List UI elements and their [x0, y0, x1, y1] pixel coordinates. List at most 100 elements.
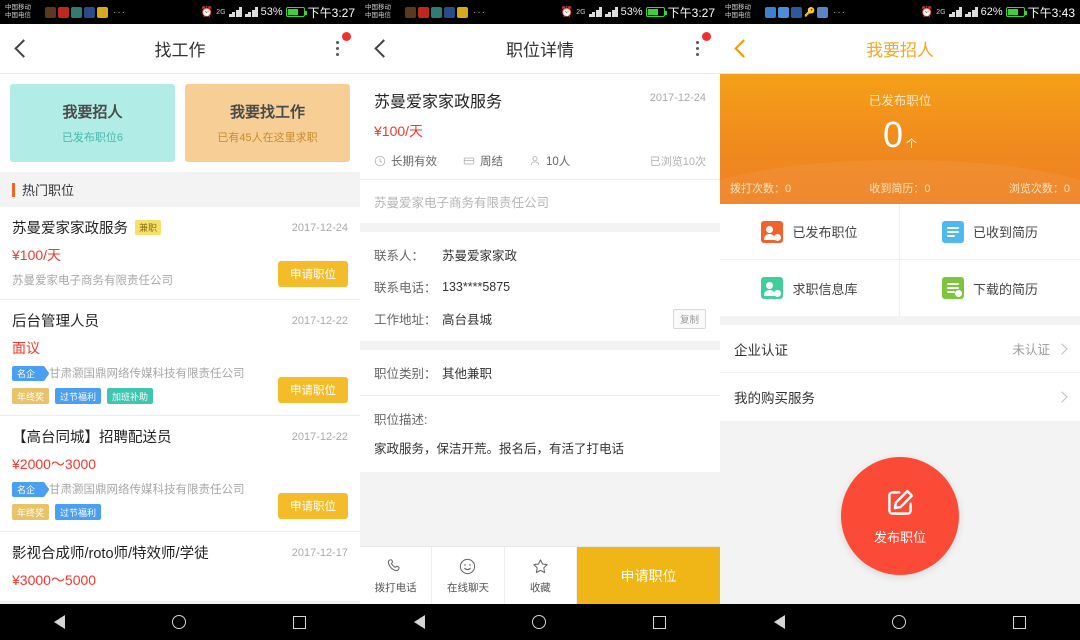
benefit-chip: 年终奖 [12, 388, 50, 404]
promo-card-recruit[interactable]: 我要招人 已发布职位6 [10, 84, 175, 162]
android-back-icon[interactable] [53, 615, 65, 629]
grid-item-received-resumes[interactable]: 已收到简历 [900, 204, 1080, 260]
back-button[interactable] [360, 24, 406, 74]
signal-icon [948, 7, 962, 17]
android-recents-icon[interactable] [1013, 615, 1027, 629]
chevron-right-icon [1056, 391, 1068, 403]
apply-button[interactable]: 申请职位 [278, 493, 348, 519]
back-button[interactable] [720, 24, 766, 74]
contact-block: 联系人： 苏曼爱家家政 联系电话： 133****5875 工作地址： 高台县城… [360, 232, 720, 341]
alarm-icon: ⏰ [200, 6, 214, 18]
promo-subtitle: 已发布职位6 [61, 132, 124, 144]
job-detail-header: 苏曼爱家家政服务 2017-12-24 ¥100/天 长期有效 周结 10人 已… [360, 74, 720, 179]
benefit-chip: 加班补助 [107, 388, 154, 404]
app-icon [457, 6, 468, 18]
back-button[interactable] [0, 24, 46, 74]
recruiter-menu-grid: 已发布职位 已收到简历 求职信息库 下载的简历 [720, 204, 1080, 316]
app-icon [765, 6, 776, 18]
headcount-label: 10人 [546, 156, 571, 168]
contact-phone-value: 133****5875 [442, 279, 511, 294]
favorite-action[interactable]: 收藏 [505, 547, 577, 604]
android-navigation-bar [720, 604, 1080, 640]
job-date: 2017-12-22 [291, 430, 348, 443]
job-date: 2017-12-17 [291, 546, 348, 559]
more-menu-button[interactable] [674, 24, 720, 74]
promo-card-findjob[interactable]: 我要找工作 已有45人在这里求职 [185, 84, 350, 162]
signal-icon-2 [244, 7, 258, 17]
android-home-icon[interactable] [171, 615, 186, 629]
apply-button[interactable]: 申请职位 [278, 261, 348, 287]
job-description-value: 家政服务，保洁开荒。报名后，有活了打电话 [374, 442, 625, 456]
section-divider [360, 223, 720, 232]
description-block: 职位描述: 家政服务，保洁开荒。报名后，有活了打电话 [360, 396, 720, 472]
list-item-purchased-services[interactable]: 我的购买服务 [720, 373, 1080, 421]
apply-button[interactable]: 申请职位 [278, 377, 348, 403]
list-item-label: 我的购买服务 [734, 391, 815, 406]
grid-item-label: 下载的简历 [972, 281, 1038, 297]
app-icon [84, 6, 95, 18]
app-icon [45, 6, 56, 18]
benefit-chip: 过节福利 [55, 504, 102, 520]
section-header-hot-jobs: 热门职位 [0, 172, 360, 207]
person-icon [530, 156, 540, 166]
android-recents-icon[interactable] [293, 615, 307, 629]
panel-job-search: 中国移动 中国电信 ··· ⏰ 2G 53% 下午3:27 找工作 我要招人 已… [0, 0, 360, 640]
call-action[interactable]: 拨打电话 [360, 547, 433, 604]
job-title: 后台管理人员 [12, 314, 99, 330]
signal-icon [588, 7, 602, 17]
job-list-item[interactable]: 苏曼爱家家政服务 兼职 2017-12-24 ¥100/天 苏曼爱家电子商务有限… [0, 207, 360, 300]
job-salary: ¥3000～5000 [12, 572, 97, 588]
job-meta-row: 长期有效 周结 10人 已浏览10次 [374, 153, 706, 169]
android-navigation-bar [0, 604, 360, 640]
grid-item-downloaded-resumes[interactable]: 下载的简历 [900, 260, 1080, 316]
android-back-icon[interactable] [413, 615, 425, 629]
android-home-icon[interactable] [531, 615, 546, 629]
contact-person-label: 联系人： [374, 249, 425, 263]
grid-item-label: 已发布职位 [792, 225, 858, 240]
android-navigation-bar [360, 604, 720, 640]
promo-cards: 我要招人 已发布职位6 我要找工作 已有45人在这里求职 [0, 74, 360, 172]
status-bar: 中国移动 中国电信 ··· ⏰ 2G 53% 下午3:27 [0, 0, 360, 24]
pay-cycle-item: 周结 [463, 153, 503, 169]
company-name: 苏曼爱家电子商务有限责任公司 [360, 179, 720, 223]
clock-icon [374, 155, 386, 167]
publish-job-fab[interactable]: 发布职位 [841, 456, 959, 575]
alarm-icon: ⏰ [560, 6, 574, 18]
headcount-item: 10人 [529, 153, 570, 169]
grid-item-published-jobs[interactable]: 已发布职位 [720, 204, 900, 260]
status-bar: 中国移动 中国电信 🔑 ··· ⏰ 2G 62% 下午3:43 [720, 0, 1080, 24]
view-count-label: 已浏览10次 [649, 156, 706, 168]
battery-percent: 62% [980, 6, 1003, 18]
benefit-chip: 过节福利 [55, 388, 102, 404]
chevron-left-icon [13, 39, 33, 58]
battery-icon [645, 7, 667, 17]
chevron-right-icon [1056, 342, 1068, 355]
fab-area: 发布职位 [720, 421, 1080, 604]
stat-calls: 拨打次数：0 [730, 183, 792, 195]
job-date: 2017-12-24 [291, 221, 348, 234]
job-list-item[interactable]: 【高台同城】招聘配送员 2017-12-22 ¥2000～3000 名企 甘肃灏… [0, 416, 360, 532]
publish-job-label: 发布职位 [873, 529, 926, 545]
android-back-icon[interactable] [773, 615, 785, 629]
copy-button[interactable]: 复制 [672, 308, 706, 329]
job-description-label: 职位描述: [374, 413, 428, 427]
grid-item-jobseeker-database[interactable]: 求职信息库 [720, 260, 900, 316]
job-list-item[interactable]: 后台管理人员 2017-12-22 面议 名企 甘肃灏国鼎网络传媒科技有限责任公… [0, 300, 360, 416]
job-company-name: 苏曼爱家电子商务有限责任公司 [12, 275, 173, 287]
section-title: 热门职位 [22, 183, 75, 198]
job-title: 影视合成师/roto师/特效师/学徒 [12, 546, 209, 562]
job-category-label: 职位类别： [374, 367, 437, 381]
apply-button[interactable]: 申请职位 [576, 547, 720, 604]
validity-label: 长期有效 [391, 156, 437, 168]
more-menu-button[interactable] [314, 24, 360, 74]
chat-action[interactable]: 在线聊天 [432, 547, 505, 604]
app-icon [58, 6, 69, 18]
job-salary: ¥100/天 [374, 123, 424, 139]
job-list-item[interactable]: 影视合成师/roto师/特效师/学徒 2017-12-17 ¥3000～5000 [0, 532, 360, 602]
card-label: 已发布职位 [868, 94, 932, 108]
contact-phone-row: 联系电话： 133****5875 [374, 277, 706, 296]
android-home-icon[interactable] [891, 615, 906, 629]
android-recents-icon[interactable] [653, 615, 667, 629]
promo-subtitle: 已有45人在这里求职 [217, 132, 318, 144]
list-item-company-verification[interactable]: 企业认证 未认证 [720, 325, 1080, 373]
